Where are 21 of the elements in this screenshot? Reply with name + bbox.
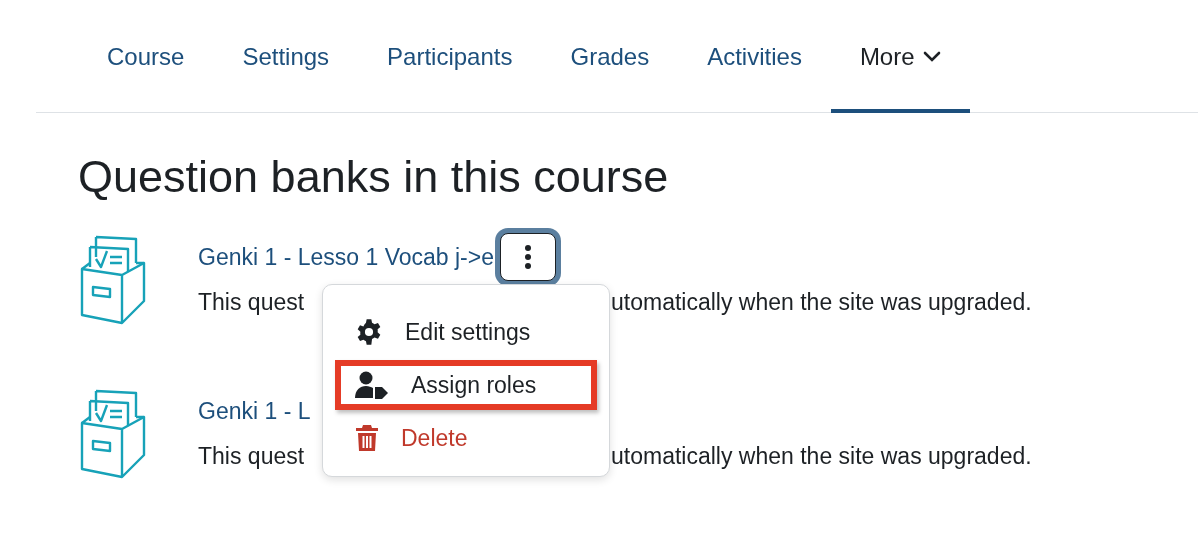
nav-tab[interactable]: Participants (358, 0, 542, 113)
page-heading: Question banks in this course (78, 150, 670, 204)
nav-tab[interactable]: More (830, 0, 970, 113)
bank-link[interactable]: Genki 1 - L (198, 397, 311, 425)
bank-description: This quest (198, 289, 306, 316)
nav-tab[interactable]: Grades (541, 0, 679, 113)
bank-description: utomatically when the site was upgraded. (611, 443, 1032, 470)
more-options-icon (524, 245, 532, 269)
nav-tab[interactable]: Course (78, 0, 214, 113)
nav-tab[interactable]: Settings (213, 0, 359, 113)
bank-link[interactable]: Genki 1 - Lesso 1 Vocab j->e (198, 243, 494, 271)
trash-icon (355, 424, 379, 452)
bank-description: This quest (198, 443, 306, 470)
chevron-down-icon (922, 50, 941, 63)
menu-item[interactable]: Assign roles (335, 360, 597, 410)
bank-description: utomatically when the site was upgraded. (611, 289, 1032, 316)
gear-icon (355, 318, 383, 346)
menu-item[interactable]: Delete (335, 413, 597, 463)
menu-item[interactable]: Edit settings (335, 307, 597, 357)
user-tag-icon (355, 371, 389, 399)
nav-tab[interactable]: Activities (678, 0, 831, 113)
